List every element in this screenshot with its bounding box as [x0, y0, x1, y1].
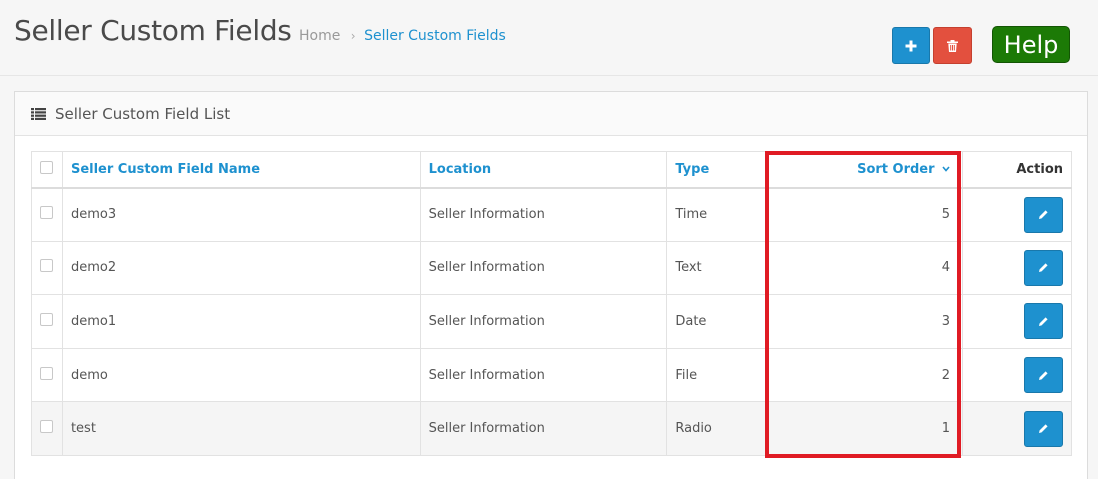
row-checkbox[interactable] — [40, 366, 54, 380]
table-header-row: Seller Custom Field Name Location Type S… — [31, 151, 1072, 189]
row-checkbox[interactable] — [40, 420, 54, 434]
table-row: demo1 Seller Information Date 3 — [31, 294, 1072, 349]
sort-order-cell: 5 — [766, 187, 964, 242]
page-header: Seller Custom Fields Home › Seller Custo… — [0, 0, 1098, 76]
type-cell: Text — [666, 240, 768, 296]
pencil-icon — [1039, 317, 1048, 326]
row-checkbox[interactable] — [40, 312, 54, 326]
panel-title: Seller Custom Field List — [55, 104, 231, 123]
trash-icon — [947, 39, 958, 52]
page-title: Seller Custom Fields — [14, 14, 292, 47]
row-select-cell — [31, 294, 63, 349]
type-cell: File — [666, 347, 768, 403]
table-row: demo Seller Information File 2 — [31, 347, 1072, 403]
row-checkbox[interactable] — [40, 259, 54, 273]
action-cell — [962, 240, 1072, 296]
type-cell: Date — [666, 294, 768, 349]
field-name-cell: demo2 — [61, 240, 421, 296]
pencil-icon — [1039, 263, 1048, 273]
column-header-action: Action — [962, 151, 1072, 189]
column-header-sort-order[interactable]: Sort Order — [766, 151, 964, 189]
table-row: demo3 Seller Information Time 5 — [31, 187, 1072, 242]
select-all-cell — [31, 151, 63, 189]
caret-down-icon — [942, 166, 950, 172]
field-name-cell: demo3 — [61, 187, 421, 242]
location-cell: Seller Information — [419, 294, 668, 349]
field-name-cell: test — [61, 401, 421, 456]
column-header-location[interactable]: Location — [419, 151, 668, 189]
plus-icon — [905, 40, 917, 51]
location-cell: Seller Information — [419, 347, 668, 403]
sort-order-cell: 3 — [766, 294, 964, 349]
pencil-icon — [1039, 424, 1048, 434]
field-name-cell: demo — [61, 347, 421, 403]
table-row: demo2 Seller Information Text 4 — [31, 240, 1072, 296]
edit-button[interactable] — [1024, 196, 1063, 233]
custom-field-list-panel: Seller Custom Field List Seller Custom F… — [14, 91, 1088, 479]
field-name-cell: demo1 — [61, 294, 421, 349]
row-select-cell — [31, 401, 63, 456]
help-button[interactable]: Help — [992, 26, 1070, 63]
action-cell — [962, 401, 1072, 456]
location-cell: Seller Information — [419, 240, 668, 296]
sort-order-cell: 4 — [766, 240, 964, 296]
custom-field-table: Seller Custom Field Name Location Type S… — [31, 151, 1072, 456]
delete-button[interactable] — [933, 27, 972, 64]
list-icon — [31, 107, 46, 120]
type-cell: Radio — [666, 401, 768, 456]
row-checkbox[interactable] — [40, 206, 54, 220]
location-cell: Seller Information — [419, 187, 668, 242]
panel-heading: Seller Custom Field List — [15, 92, 1087, 136]
breadcrumb: Home › Seller Custom Fields — [299, 28, 506, 44]
add-button[interactable] — [892, 27, 930, 64]
sort-order-cell: 1 — [766, 401, 964, 456]
action-cell — [962, 187, 1072, 242]
table-row: test Seller Information Radio 1 — [31, 401, 1072, 456]
breadcrumb-separator: › — [350, 29, 356, 43]
type-cell: Time — [666, 187, 768, 242]
sort-order-label: Sort Order — [857, 161, 935, 177]
row-select-cell — [31, 347, 63, 403]
pencil-icon — [1039, 210, 1048, 220]
action-cell — [962, 347, 1072, 403]
column-header-type[interactable]: Type — [666, 151, 768, 189]
select-all-checkbox[interactable] — [40, 160, 54, 174]
sort-order-cell: 2 — [766, 347, 964, 403]
edit-button[interactable] — [1024, 303, 1063, 340]
breadcrumb-current-link[interactable]: Seller Custom Fields — [364, 28, 506, 44]
action-cell — [962, 294, 1072, 349]
row-select-cell — [31, 240, 63, 296]
edit-button[interactable] — [1024, 249, 1063, 286]
location-cell: Seller Information — [419, 401, 668, 456]
pencil-icon — [1039, 370, 1048, 380]
breadcrumb-home-link[interactable]: Home — [299, 28, 340, 44]
edit-button[interactable] — [1024, 410, 1063, 447]
column-header-name[interactable]: Seller Custom Field Name — [61, 151, 421, 189]
row-select-cell — [31, 187, 63, 242]
edit-button[interactable] — [1024, 357, 1063, 394]
